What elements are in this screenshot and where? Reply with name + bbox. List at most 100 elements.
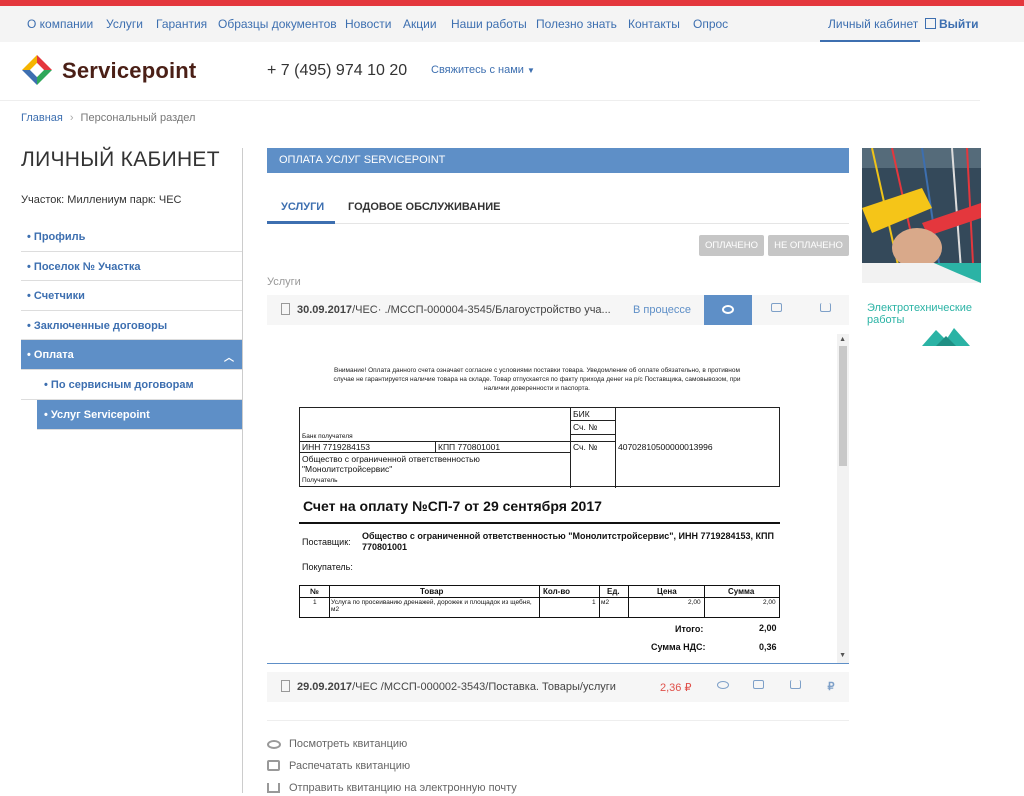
sidebar-subitem-servicepoint[interactable]: • Услуг Servicepoint [37,399,242,430]
vat-value: 0,36 [759,642,777,652]
sidebar-menu: • Профиль • Поселок № Участка • Счетчики… [21,222,242,430]
sidebar-subitem-service-contracts[interactable]: • По сервисным договорам [21,370,242,400]
ruble-pay-icon[interactable]: ₽ [824,680,838,693]
active-tab-indicator [267,221,335,224]
account-label: Сч. № [573,442,598,452]
eye-icon[interactable] [716,680,730,693]
invoice-viewer[interactable]: Внимание! Оплата данного счета означает … [267,334,849,664]
print-icon [267,760,281,772]
banner-caption-line1: Электротехнические [867,302,972,314]
row-unit: м2 [601,599,610,606]
nav-promotions[interactable]: Акции [403,17,437,31]
list-item[interactable]: 30.09.2017/ЧЕС· ./МССП-000004-3545/Благо… [267,295,849,325]
send-mail-icon [267,783,281,795]
bank-details-table: БИК Сч. № Банк получателя ИНН 7719284153… [299,407,780,488]
receipt-actions: Посмотреть квитанцию Распечатать квитанц… [267,720,849,794]
header-divider [0,100,980,101]
view-receipt-action[interactable]: Посмотреть квитанцию [267,738,407,752]
print-icon[interactable] [769,303,783,316]
filter-unpaid-button[interactable]: НЕ ОПЛАЧЕНО [768,235,849,256]
nav-poll[interactable]: Опрос [693,17,728,31]
nav-contacts[interactable]: Контакты [628,17,680,31]
status-badge: В процессе [633,304,691,316]
nav-our-works[interactable]: Наши работы [451,17,527,31]
email-receipt-label: Отправить квитанцию на электронную почту [289,782,517,794]
col-unit: Ед. [607,587,620,596]
total-value: 2,00 [759,623,777,633]
row-number: 1 [313,599,317,606]
sidebar-item-payment-label: • Оплата [27,349,74,361]
sidebar-item-meters[interactable]: • Счетчики [21,281,242,311]
logo-icon[interactable] [21,54,53,86]
account-label: Личный кабинет [828,17,919,31]
page-title: ЛИЧНЫЙ КАБИНЕТ [21,148,220,171]
invoice-title: Счет на оплату №СП-7 от 29 сентября 2017 [303,498,602,514]
row-amount: 2,36 ₽ [660,682,692,694]
nav-document-samples[interactable]: Образцы документов [218,17,337,31]
inn-value: ИНН 7719284153 [302,442,371,452]
viewer-scrollbar[interactable]: ▲ ▼ [837,334,849,663]
view-receipt-label: Посмотреть квитанцию [289,738,408,750]
scroll-up-icon[interactable]: ▲ [839,336,846,343]
filter-paid-button[interactable]: ОПЛАЧЕНО [699,235,764,256]
print-icon[interactable] [751,680,765,693]
list-item[interactable]: 29.09.2017/ЧЕС /МССП-000002-3543/Поставк… [267,672,849,702]
bik-label: БИК [573,409,590,419]
view-button[interactable] [704,295,752,325]
invoice-divider [299,522,780,524]
sidebar-divider [242,148,243,793]
sidebar-item-payment[interactable]: • Оплата ︿ [21,340,242,370]
download-icon[interactable] [818,303,832,316]
tab-annual-service[interactable]: ГОДОВОЕ ОБСЛУЖИВАНИЕ [348,201,500,213]
buyer-label: Покупатель: [302,562,353,572]
nav-about[interactable]: О компании [27,17,93,31]
nav-services[interactable]: Услуги [106,17,143,31]
sidebar-item-settlement[interactable]: • Поселок № Участка [21,252,242,281]
banner-caption-line2: работы [867,314,905,326]
recipient-name: Общество с ограниченной ответственностью… [302,454,480,474]
row-item: Услуга по просеиванию дренажей, дорожек … [331,599,532,613]
row-title: 30.09.2017/ЧЕС· ./МССП-000004-3545/Благо… [297,304,611,316]
account-link[interactable]: Личный кабинет [820,6,920,42]
breadcrumb: Главная › Персональный раздел [21,112,195,124]
electrical-works-banner[interactable] [862,148,981,283]
tab-services[interactable]: УСЛУГИ [281,201,324,213]
logout-button[interactable]: Выйти [925,17,979,31]
phone-number: + 7 (495) 974 10 20 [267,62,408,79]
panel-header: ОПЛАТА УСЛУГ SERVICEPOINT [267,148,849,173]
breadcrumb-home[interactable]: Главная [21,112,63,124]
plot-label: Участок: Миллениум парк: ЧЕС [21,194,182,206]
account-number: 40702810500000013996 [618,442,713,452]
document-icon [281,680,290,692]
scroll-down-icon[interactable]: ▼ [839,652,846,659]
supplier-value: Общество с ограниченной ответственностью… [362,531,774,552]
sidebar-item-contracts[interactable]: • Заключенные договоры [21,311,242,340]
section-label: Услуги [267,276,301,288]
col-qty: Кол-во [543,587,571,596]
row-description: /ЧЕС· ./МССП-000004-3545/Благоустройство… [352,304,611,316]
nav-news[interactable]: Новости [345,17,391,31]
invoice-notice: Внимание! Оплата данного счета означает … [333,367,741,392]
email-receipt-action[interactable]: Отправить квитанцию на электронную почту [267,782,517,795]
logout-label: Выйти [939,17,979,31]
row-title: 29.09.2017/ЧЕС /МССП-000002-3543/Поставк… [297,681,616,693]
scroll-thumb[interactable] [839,346,847,466]
total-label: Итого: [675,624,704,634]
sidebar-item-profile[interactable]: • Профиль [21,222,242,252]
print-receipt-action[interactable]: Распечатать квитанцию [267,760,410,772]
breadcrumb-separator-icon: › [69,112,74,124]
download-icon[interactable] [788,680,802,693]
col-price: Цена [657,587,677,596]
nav-useful[interactable]: Полезно знать [536,17,617,31]
recipient-label: Получатель [302,477,338,484]
brand-name[interactable]: Servicepoint [62,58,196,84]
nav-warranty[interactable]: Гарантия [156,17,207,31]
logout-icon [925,18,936,29]
row-price: 2,00 [688,599,701,606]
mountain-logo-icon [922,328,970,346]
chevron-up-icon: ︿ [224,353,234,364]
contact-dropdown[interactable]: Свяжитесь с нами ▼ [431,64,535,76]
contact-label: Свяжитесь с нами [431,64,524,76]
row-sum: 2,00 [763,599,776,606]
eye-icon [722,305,734,314]
